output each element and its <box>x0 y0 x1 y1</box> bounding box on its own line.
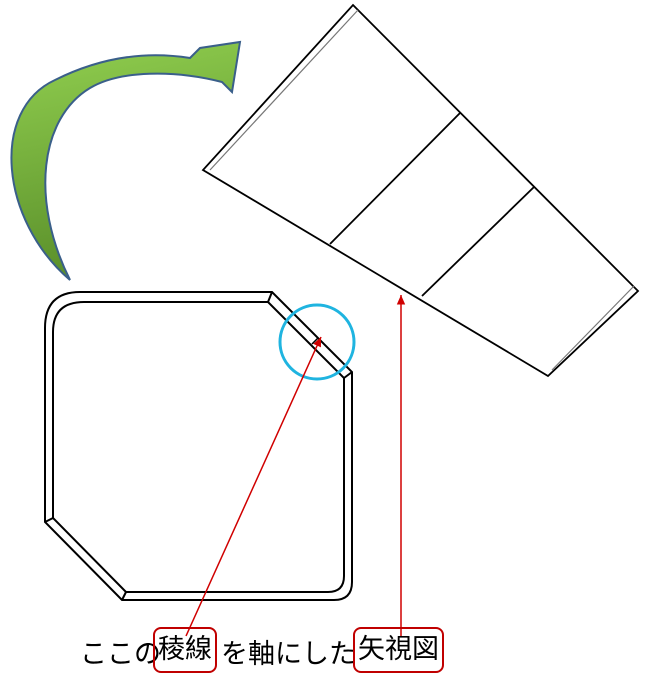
caption-boxed-view: 矢視図 <box>353 627 444 673</box>
caption-part-2: を軸にした <box>221 639 356 670</box>
edge-highlight-circle <box>278 303 356 381</box>
rotation-arrow <box>10 40 242 281</box>
caption-part-1: ここの <box>80 639 161 670</box>
plan-inner-outline <box>52 301 345 593</box>
plan-view <box>44 291 353 601</box>
elevation-view <box>201 3 640 378</box>
caption-boxed-edge: 稜線 <box>153 627 217 673</box>
plan-outer-outline <box>44 291 353 601</box>
diagram-canvas <box>10 3 640 637</box>
